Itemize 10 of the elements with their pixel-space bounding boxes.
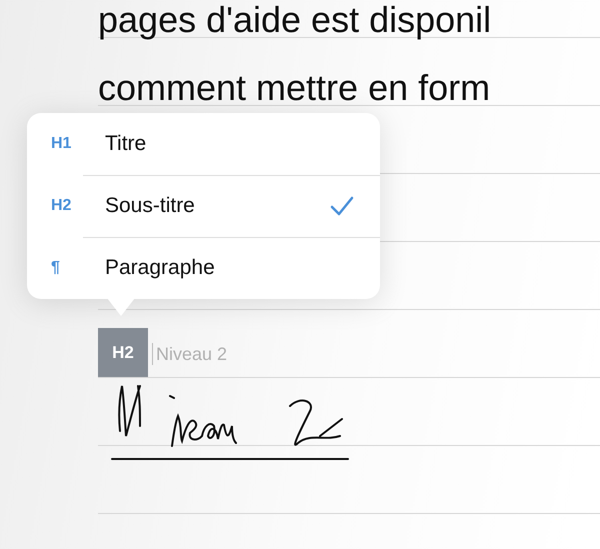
- document-text: comment mettre en form: [98, 70, 490, 106]
- menu-item[interactable]: H1 Titre: [27, 113, 380, 175]
- style-icon: ¶: [27, 259, 83, 277]
- heading-level-badge: H2: [98, 328, 148, 377]
- menu-item[interactable]: ¶ Paragraphe: [27, 237, 380, 299]
- checkmark-icon: [330, 196, 354, 216]
- menu-item[interactable]: H2 Sous-titre: [27, 175, 380, 237]
- style-icon: H1: [27, 135, 83, 153]
- style-icon: H2: [27, 197, 83, 215]
- document-text: pages d'aide est disponil: [98, 2, 492, 38]
